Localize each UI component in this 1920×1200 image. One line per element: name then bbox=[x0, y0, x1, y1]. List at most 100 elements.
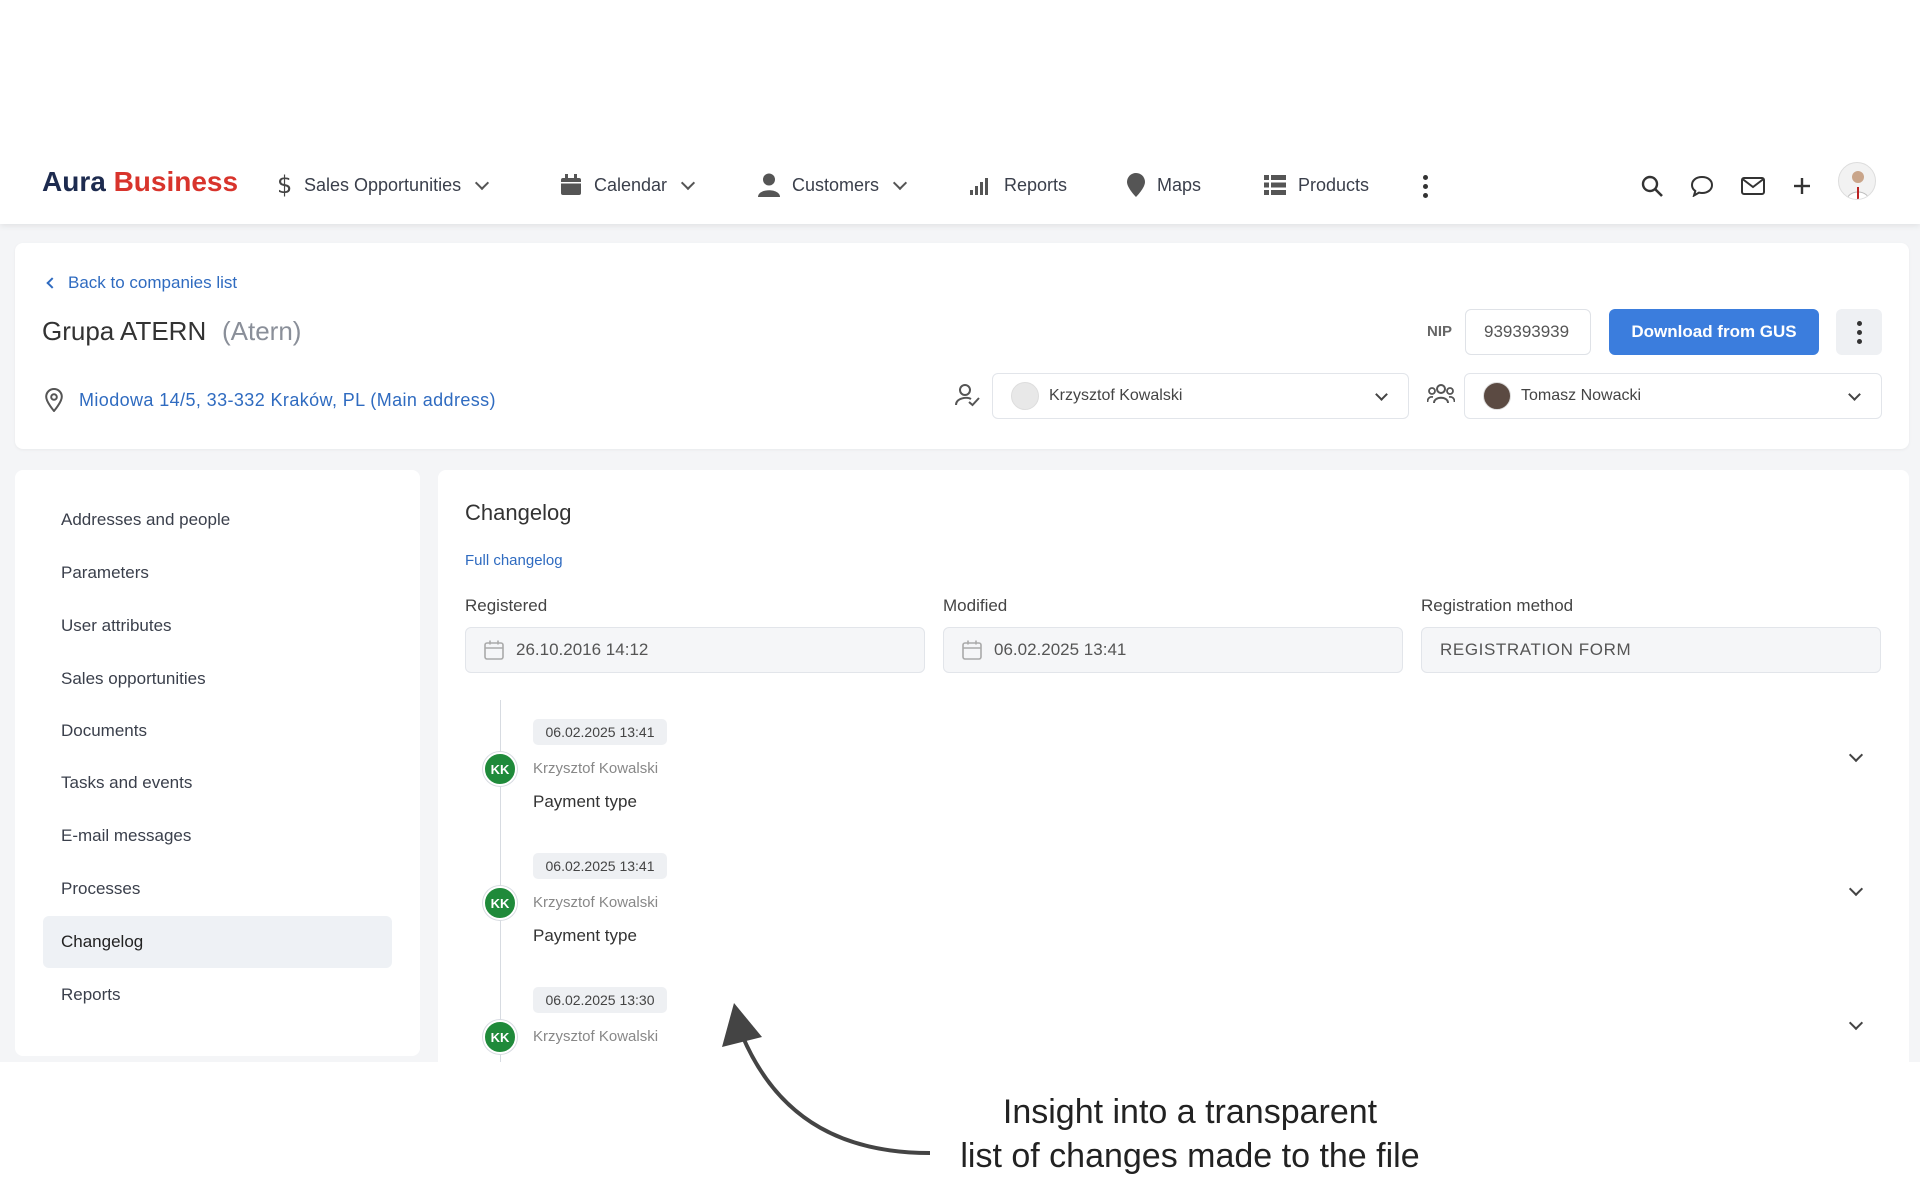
location-pin-icon bbox=[45, 388, 63, 412]
sidebar-item-processes[interactable]: Processes bbox=[43, 863, 392, 915]
user-avatar[interactable] bbox=[1838, 162, 1876, 200]
sidebar-item-user-attributes[interactable]: User attributes bbox=[43, 600, 392, 652]
entry-date: 06.02.2025 13:30 bbox=[533, 987, 667, 1013]
expand-entry-chevron-icon[interactable] bbox=[1848, 881, 1864, 897]
list-icon bbox=[1264, 175, 1286, 195]
entry-date: 06.02.2025 13:41 bbox=[533, 853, 667, 879]
svg-text:$: $ bbox=[277, 172, 292, 198]
caption-line-1: Insight into a transparent bbox=[1002, 1093, 1378, 1131]
entry-title: Payment type bbox=[533, 792, 637, 811]
registration-method-field: REGISTRATION FORM bbox=[1421, 627, 1881, 673]
nav-calendar-label: Calendar bbox=[594, 174, 668, 195]
app-logo[interactable]: Aura Business bbox=[42, 166, 238, 198]
mail-icon bbox=[1741, 177, 1765, 195]
nav-reports-label: Reports bbox=[1004, 174, 1068, 195]
company-actions-button[interactable] bbox=[1836, 309, 1882, 355]
sidebar-item-sales-opportunities[interactable]: Sales opportunities bbox=[43, 653, 392, 705]
nav-reports[interactable]: Reports bbox=[970, 164, 1067, 206]
download-from-gus-button[interactable]: Download from GUS bbox=[1609, 309, 1819, 355]
nav-calendar[interactable]: Calendar bbox=[560, 164, 696, 206]
chevron-down-icon bbox=[680, 175, 696, 191]
expand-entry-chevron-icon[interactable] bbox=[1848, 1015, 1864, 1031]
entry-date: 06.02.2025 13:41 bbox=[533, 719, 667, 745]
plus-icon bbox=[1794, 178, 1810, 194]
expand-entry-chevron-icon[interactable] bbox=[1848, 747, 1864, 763]
sidebar-item-tasks-events[interactable]: Tasks and events bbox=[43, 757, 392, 809]
search-icon bbox=[1641, 175, 1663, 197]
changelog-title: Changelog bbox=[465, 500, 572, 525]
nav-sales-opportunities[interactable]: $ Sales Opportunities bbox=[276, 164, 490, 206]
kebab-icon bbox=[1856, 320, 1862, 344]
entry-title: Payment type bbox=[533, 926, 637, 945]
logo-part1: Aura bbox=[42, 166, 106, 197]
entry-author: Krzysztof Kowalski bbox=[533, 760, 659, 777]
team-member-name: Tomasz Nowacki bbox=[1521, 387, 1642, 404]
company-address-link[interactable]: Miodowa 14/5, 33-332 Kraków, PL (Main ad… bbox=[45, 388, 496, 412]
user-check-icon bbox=[955, 383, 981, 412]
team-select[interactable]: Tomasz Nowacki bbox=[1464, 373, 1882, 419]
registration-method-value: REGISTRATION FORM bbox=[1440, 640, 1632, 659]
back-to-companies-link[interactable]: Back to companies list bbox=[46, 273, 238, 293]
author-initials-avatar: KK bbox=[483, 886, 517, 920]
registered-field: 26.10.2016 14:12 bbox=[465, 627, 925, 673]
nip-input[interactable]: 939393939 bbox=[1465, 309, 1591, 355]
nip-value: 939393939 bbox=[1484, 322, 1570, 341]
sidebar-item-changelog[interactable]: Changelog bbox=[43, 916, 392, 968]
chat-button[interactable] bbox=[1682, 166, 1722, 206]
top-navigation: Aura Business $ Sales Opportunities Cale… bbox=[0, 148, 1920, 224]
mail-button[interactable] bbox=[1733, 166, 1773, 206]
nav-products-label: Products bbox=[1298, 174, 1370, 195]
user-avatar-icon bbox=[1846, 171, 1870, 199]
logo-part2: Business bbox=[113, 166, 239, 197]
team-icon bbox=[1426, 383, 1456, 410]
owner-name: Krzysztof Kowalski bbox=[1049, 387, 1183, 404]
sidebar-item-documents[interactable]: Documents bbox=[43, 705, 392, 757]
person-icon bbox=[758, 173, 780, 197]
modified-field: 06.02.2025 13:41 bbox=[943, 627, 1403, 673]
registered-label: Registered bbox=[465, 596, 548, 615]
map-pin-icon bbox=[1127, 173, 1145, 197]
nav-products[interactable]: Products bbox=[1264, 164, 1369, 206]
search-button[interactable] bbox=[1632, 166, 1672, 206]
full-changelog-link[interactable]: Full changelog bbox=[465, 552, 563, 569]
owner-avatar bbox=[1011, 382, 1039, 410]
kebab-icon bbox=[1422, 174, 1428, 198]
chevron-down-icon bbox=[1848, 388, 1861, 401]
chevron-down-icon bbox=[1375, 388, 1388, 401]
sidebar-item-addresses[interactable]: Addresses and people bbox=[43, 494, 392, 546]
nav-maps[interactable]: Maps bbox=[1127, 164, 1201, 206]
company-address-text: Miodowa 14/5, 33-332 Kraków, PL (Main ad… bbox=[79, 389, 496, 410]
curved-arrow-icon bbox=[722, 1003, 931, 1155]
entry-author: Krzysztof Kowalski bbox=[533, 1028, 659, 1045]
add-button[interactable] bbox=[1782, 166, 1822, 206]
team-member-avatar bbox=[1483, 382, 1511, 410]
dollar-icon: $ bbox=[277, 172, 292, 198]
caption-text: Insight into a transparent list of chang… bbox=[920, 1090, 1460, 1178]
registered-value: 26.10.2016 14:12 bbox=[516, 640, 649, 659]
calendar-icon bbox=[561, 174, 581, 195]
company-name: Grupa ATERN bbox=[42, 316, 207, 346]
changelog-panel: Changelog Full changelog Registered 26.1… bbox=[438, 470, 1909, 1062]
sidebar-item-reports[interactable]: Reports bbox=[43, 969, 392, 1021]
section-sidebar: Addresses and people Parameters User att… bbox=[15, 470, 420, 1056]
more-menu-button[interactable] bbox=[1405, 166, 1445, 206]
chat-bubble-icon bbox=[1690, 175, 1714, 197]
sidebar-item-email-messages[interactable]: E-mail messages bbox=[43, 810, 392, 862]
company-header-card: Back to companies list Grupa ATERN (Ater… bbox=[15, 243, 1909, 449]
entry-author: Krzysztof Kowalski bbox=[533, 894, 659, 911]
chevron-left-icon bbox=[46, 277, 58, 289]
nip-label: NIP bbox=[1427, 323, 1453, 340]
sidebar-item-parameters[interactable]: Parameters bbox=[43, 547, 392, 599]
calendar-icon bbox=[484, 640, 504, 660]
nav-sales-label: Sales Opportunities bbox=[304, 174, 462, 195]
signal-bars-icon bbox=[970, 178, 988, 195]
author-initials-avatar: KK bbox=[483, 752, 517, 786]
owner-select[interactable]: Krzysztof Kowalski bbox=[992, 373, 1409, 419]
company-alias: (Atern) bbox=[222, 316, 302, 346]
app-window: Aura Business $ Sales Opportunities Cale… bbox=[0, 148, 1920, 1062]
calendar-icon bbox=[962, 640, 982, 660]
nav-customers-label: Customers bbox=[792, 174, 880, 195]
back-link-label: Back to companies list bbox=[68, 273, 238, 292]
chevron-down-icon bbox=[892, 175, 908, 191]
nav-customers[interactable]: Customers bbox=[758, 164, 908, 206]
